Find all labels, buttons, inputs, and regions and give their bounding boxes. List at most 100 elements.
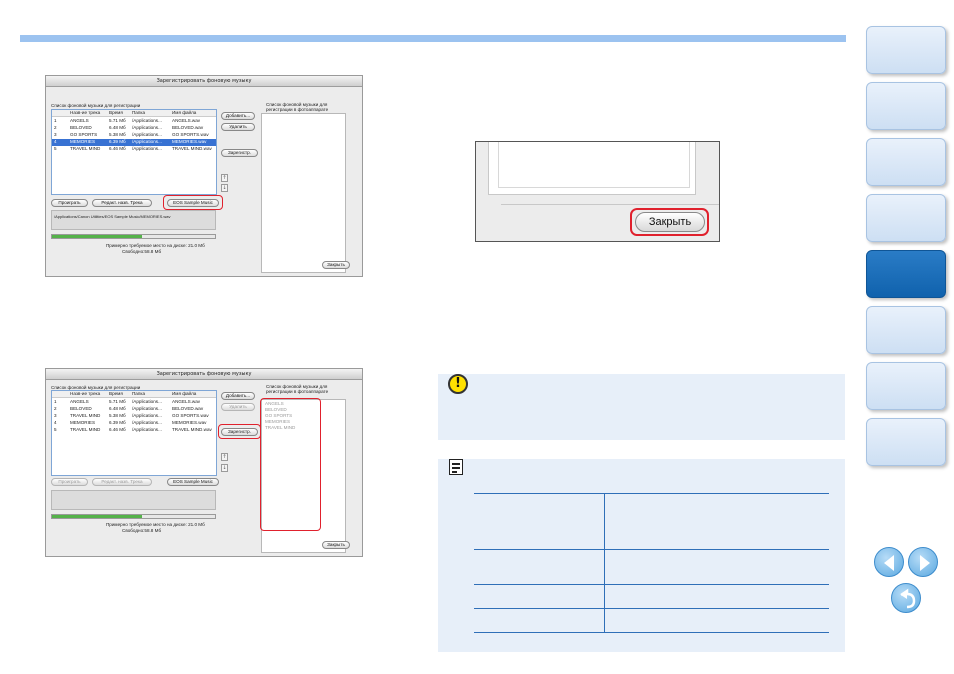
nav-tab-3[interactable] <box>866 138 946 186</box>
table-cell: MEMORIES <box>70 420 96 425</box>
add-button[interactable]: Добавить... <box>221 392 255 400</box>
right-list-label-2: регистрации в фотоаппарате <box>266 389 329 394</box>
music-table[interactable]: Назв-ие трека Время Папка Имя файла 1 ANG… <box>51 109 217 195</box>
table-cell <box>604 608 829 633</box>
highlight-sample-music <box>163 195 223 210</box>
memo-icon <box>449 459 463 475</box>
table-cell: 2 <box>54 406 57 411</box>
edit-title-button[interactable]: Редакт. назв. Трека <box>92 478 152 486</box>
play-button[interactable]: Проиграть <box>51 199 88 207</box>
table-cell: MEMORIES <box>70 139 96 144</box>
table-cell <box>604 493 829 550</box>
table-cell <box>474 608 605 633</box>
highlight-close-button <box>630 208 709 236</box>
move-down-icon[interactable]: ↓ <box>221 464 228 472</box>
table-cell: 5.38 Мб <box>109 132 126 137</box>
eos-sample-music-button[interactable]: EOS Sample Music <box>167 478 219 486</box>
table-cell: /Applications... <box>132 399 162 404</box>
table-cell: 2 <box>54 125 57 130</box>
close-button[interactable]: Закрыть <box>322 541 350 549</box>
disk-usage-bar <box>51 234 216 239</box>
table-cell: /Applications... <box>132 427 162 432</box>
table-cell <box>604 549 829 585</box>
table-cell: /Applications... <box>132 118 162 123</box>
prev-page-icon[interactable] <box>874 547 904 577</box>
table-row[interactable]: 3 TRAVEL MIND 5.38 Мб/Applications... GO SP… <box>52 413 216 420</box>
table-cell <box>604 584 829 609</box>
delete-button[interactable]: Удалить <box>221 123 255 131</box>
nav-tab-4[interactable] <box>866 194 946 242</box>
nav-tab-7[interactable] <box>866 362 946 410</box>
return-icon[interactable] <box>891 583 921 613</box>
dialog-title: Зарегистрировать фоновую музыку <box>46 76 362 87</box>
table-cell: BELOVED <box>70 125 92 130</box>
music-table[interactable]: Назв-ие трека Время Папка Имя файла 1 ANG… <box>51 390 217 476</box>
table-cell <box>474 549 605 585</box>
nav-tab-2[interactable] <box>866 82 946 130</box>
table-cell: TRAVEL MIND <box>70 427 101 432</box>
table-cell: /Applications... <box>132 146 162 151</box>
caution-icon: ! <box>448 374 468 394</box>
col-header-file[interactable]: Имя файла <box>172 110 196 116</box>
camera-music-list[interactable] <box>261 113 346 273</box>
table-cell: 6.39 Мб <box>109 420 126 425</box>
table-row[interactable]: 4 MEMORIES 6.39 Мб/Applications... MEMORIES… <box>52 420 216 427</box>
col-header-track[interactable]: Назв-ие трека <box>70 110 100 116</box>
move-down-icon[interactable]: ↓ <box>221 184 228 192</box>
table-cell: /Applications... <box>132 413 162 418</box>
table-cell: ANGELS <box>70 118 89 123</box>
next-page-icon[interactable] <box>908 547 938 577</box>
table-cell: 5 <box>54 146 57 151</box>
nav-tab-5-active[interactable] <box>866 250 946 298</box>
file-path-box <box>51 490 216 510</box>
table-cell: /Applications... <box>132 406 162 411</box>
table-row[interactable]: 2 BELOVED 6.48 Мб/Applications... BELOVED.w… <box>52 406 216 413</box>
col-header-time[interactable]: Время <box>109 110 123 116</box>
col-header-folder[interactable]: Папка <box>132 110 145 116</box>
table-cell: BELOVED.wav <box>172 406 204 411</box>
move-up-icon[interactable]: ↑ <box>221 174 228 182</box>
table-cell: 6.48 Мб <box>109 406 126 411</box>
table-cell: 6.39 Мб <box>109 139 126 144</box>
memo-table <box>474 493 829 633</box>
close-button-crop: Закрыть <box>475 141 720 242</box>
table-cell: 5 <box>54 427 57 432</box>
table-cell: 5.71 Мб <box>109 399 126 404</box>
table-row[interactable]: 5 TRAVEL MIND 6.46 Мб/Applications... TRAVE… <box>52 427 216 434</box>
play-button[interactable]: Проиграть <box>51 478 88 486</box>
delete-button[interactable]: Удалить <box>221 403 255 411</box>
table-cell: 6.46 Мб <box>109 146 126 151</box>
add-button[interactable]: Добавить... <box>221 112 255 120</box>
col-header-file[interactable]: Имя файла <box>172 391 196 397</box>
table-cell: /Applications... <box>132 125 162 130</box>
col-header-time[interactable]: Время <box>109 391 123 397</box>
space-free: Свободно:58.8 Мб <box>122 249 162 254</box>
table-cell <box>474 584 605 609</box>
col-header-track[interactable]: Назв-ие трека <box>70 391 100 397</box>
table-row[interactable]: 2 BELOVED 6.48 Мб/Applications... BELOVED.w… <box>52 125 216 132</box>
disk-usage-bar <box>51 514 216 519</box>
table-cell: 4 <box>54 139 57 144</box>
file-path: /Applications/Canon Utilities/EOS Sample… <box>54 214 171 219</box>
table-row[interactable]: 4 MEMORIES 6.39 Мб/Applications... MEMORIES… <box>52 139 216 146</box>
move-up-icon[interactable]: ↑ <box>221 453 228 461</box>
table-row[interactable]: 5 TRAVEL MIND 6.46 Мб/Applications... TRAVE… <box>52 146 216 153</box>
table-row[interactable]: 1 ANGELS 5.71 Мб/Applications... ANGELS.wav <box>52 399 216 406</box>
disk-usage-fill <box>52 515 142 518</box>
table-cell: 3 <box>54 132 57 137</box>
nav-tab-6[interactable] <box>866 306 946 354</box>
highlight-registered-list <box>260 398 321 531</box>
table-cell: 4 <box>54 420 57 425</box>
nav-tab-1[interactable] <box>866 26 946 74</box>
close-button[interactable]: Закрыть <box>322 261 350 269</box>
table-cell: TRAVEL MIND <box>70 146 101 151</box>
col-header-folder[interactable]: Папка <box>132 391 145 397</box>
table-cell: MEMORIES.wav <box>172 139 207 144</box>
nav-tab-8[interactable] <box>866 418 946 466</box>
table-cell: 6.48 Мб <box>109 125 126 130</box>
table-row[interactable]: 3 GO SPORTS 5.38 Мб/Applications... GO SPOR… <box>52 132 216 139</box>
edit-title-button[interactable]: Редакт. назв. Трека <box>92 199 152 207</box>
table-cell: 6.46 Мб <box>109 427 126 432</box>
table-row[interactable]: 1 ANGELS 5.71 Мб/Applications... ANGELS.wav <box>52 118 216 125</box>
register-button[interactable]: Зарегистр. <box>221 149 258 157</box>
